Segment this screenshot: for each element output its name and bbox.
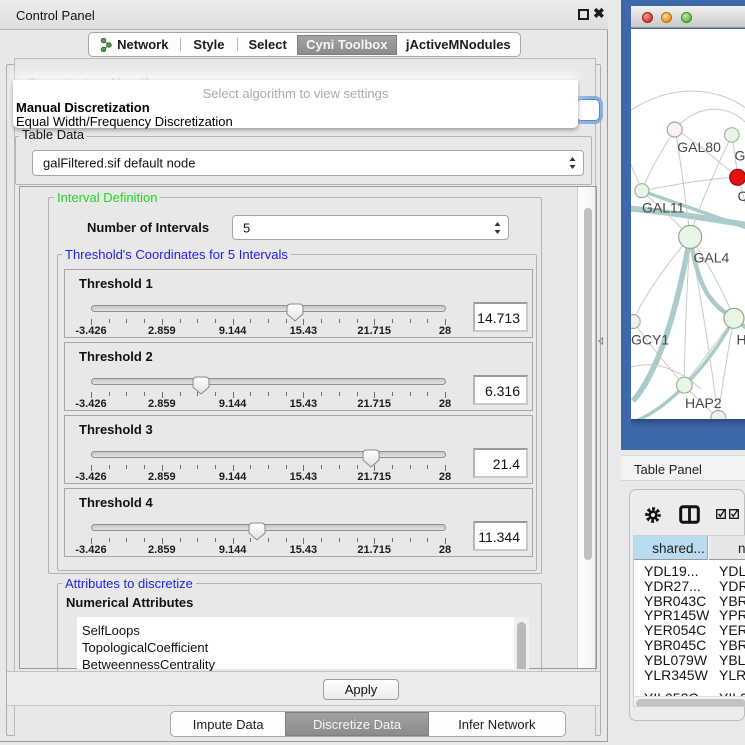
svg-text:GCY1: GCY1 xyxy=(631,332,669,348)
svg-text:GAL11: GAL11 xyxy=(642,200,685,216)
svg-text:C: C xyxy=(738,188,745,204)
svg-text:HAP2: HAP2 xyxy=(685,395,722,411)
svg-text:GAL80: GAL80 xyxy=(677,139,721,155)
svg-text:GA: GA xyxy=(735,148,745,164)
svg-text:GAL4: GAL4 xyxy=(694,250,730,266)
svg-text:H: H xyxy=(737,332,745,348)
